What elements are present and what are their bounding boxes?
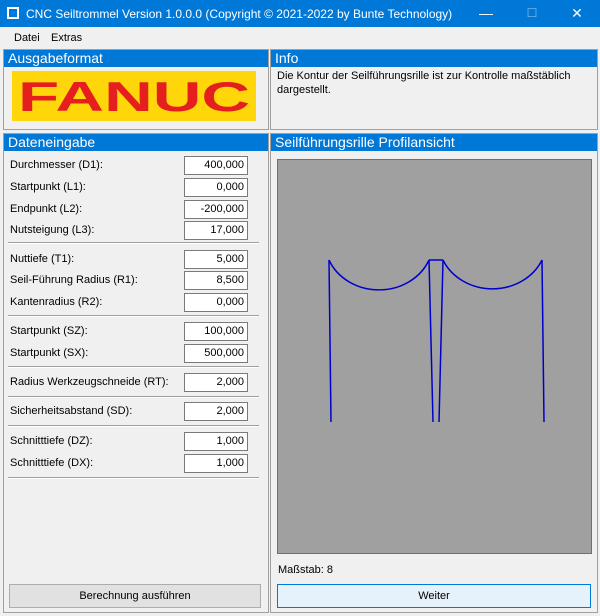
nuttiefe-input[interactable]: 5,000: [184, 250, 248, 269]
maximize-icon[interactable]: ☐: [509, 0, 555, 27]
fanuc-logo: FANUC: [12, 71, 256, 121]
kantenradius-input[interactable]: 0,000: [184, 293, 248, 312]
separator: [8, 396, 259, 398]
ausgabeformat-header: Ausgabeformat: [4, 50, 268, 67]
sicherheitsabstand-input[interactable]: 2,000: [184, 402, 248, 421]
endpunkt-l2-input[interactable]: -200,000: [184, 200, 248, 219]
groove-arc-right: [442, 259, 543, 290]
app-icon: [7, 7, 19, 19]
weiter-button[interactable]: Weiter: [277, 584, 591, 608]
separator: [8, 477, 259, 479]
separator: [8, 425, 259, 427]
menu-bar: Datei Extras: [0, 29, 600, 47]
startpunkt-sz-input[interactable]: 100,000: [184, 322, 248, 341]
svg-text:FANUC: FANUC: [18, 73, 250, 120]
separator: [8, 366, 259, 368]
seil-fuehrung-radius-label: Seil-Führung Radius (R1):: [10, 274, 138, 286]
schnitttiefe-dz-input[interactable]: 1,000: [184, 432, 248, 451]
startpunkt-l1-input[interactable]: 0,000: [184, 178, 248, 197]
groove-center-right-wall: [438, 259, 444, 423]
endpunkt-l2-label: Endpunkt (L2):: [10, 203, 83, 215]
radius-werkzeugschneide-input[interactable]: 2,000: [184, 373, 248, 392]
berechnung-ausfuehren-button[interactable]: Berechnung ausführen: [9, 584, 261, 608]
nutsteigung-input[interactable]: 17,000: [184, 221, 248, 240]
schnitttiefe-dz-label: Schnitttiefe (DZ):: [10, 435, 93, 447]
groove-right-outer-wall: [541, 259, 545, 423]
dateneingabe-header: Dateneingabe: [4, 134, 268, 151]
groove-arc-left: [328, 259, 430, 291]
seil-fuehrung-radius-input[interactable]: 8,500: [184, 271, 248, 290]
durchmesser-label: Durchmesser (D1):: [10, 159, 103, 171]
groove-center-left-wall: [428, 259, 434, 423]
durchmesser-input[interactable]: 400,000: [184, 156, 248, 175]
startpunkt-sx-input[interactable]: 500,000: [184, 344, 248, 363]
separator: [8, 242, 259, 244]
info-text: Die Kontur der Seilführungsrille ist zur…: [277, 70, 571, 96]
nuttiefe-label: Nuttiefe (T1):: [10, 253, 75, 265]
kantenradius-label: Kantenradius (R2):: [10, 296, 103, 308]
sicherheitsabstand-label: Sicherheitsabstand (SD):: [10, 405, 133, 417]
groove-left-outer-wall: [328, 259, 332, 423]
title-bar: CNC Seiltrommel Version 1.0.0.0 (Copyrig…: [0, 0, 600, 27]
startpunkt-sz-label: Startpunkt (SZ):: [10, 325, 88, 337]
close-icon[interactable]: ✕: [554, 0, 600, 27]
info-header: Info: [271, 50, 597, 67]
minimize-icon[interactable]: —: [463, 0, 509, 27]
window-title: CNC Seiltrommel Version 1.0.0.0 (Copyrig…: [26, 7, 453, 21]
separator: [8, 315, 259, 317]
startpunkt-l1-label: Startpunkt (L1):: [10, 181, 86, 193]
groove-profile-drawing: [328, 259, 545, 423]
menu-datei[interactable]: Datei: [14, 32, 40, 44]
scale-label: Maßstab: 8: [278, 564, 334, 576]
fanuc-logo-image: FANUC: [18, 73, 250, 120]
nutsteigung-label: Nutsteigung (L3):: [10, 224, 95, 236]
schnitttiefe-dx-label: Schnitttiefe (DX):: [10, 457, 94, 469]
schnitttiefe-dx-input[interactable]: 1,000: [184, 454, 248, 473]
radius-werkzeugschneide-label: Radius Werkzeugschneide (RT):: [10, 376, 169, 388]
startpunkt-sx-label: Startpunkt (SX):: [10, 347, 89, 359]
profilansicht-header: Seilführungsrille Profilansicht: [271, 134, 597, 151]
profile-canvas: [277, 159, 592, 554]
menu-extras[interactable]: Extras: [51, 32, 82, 44]
